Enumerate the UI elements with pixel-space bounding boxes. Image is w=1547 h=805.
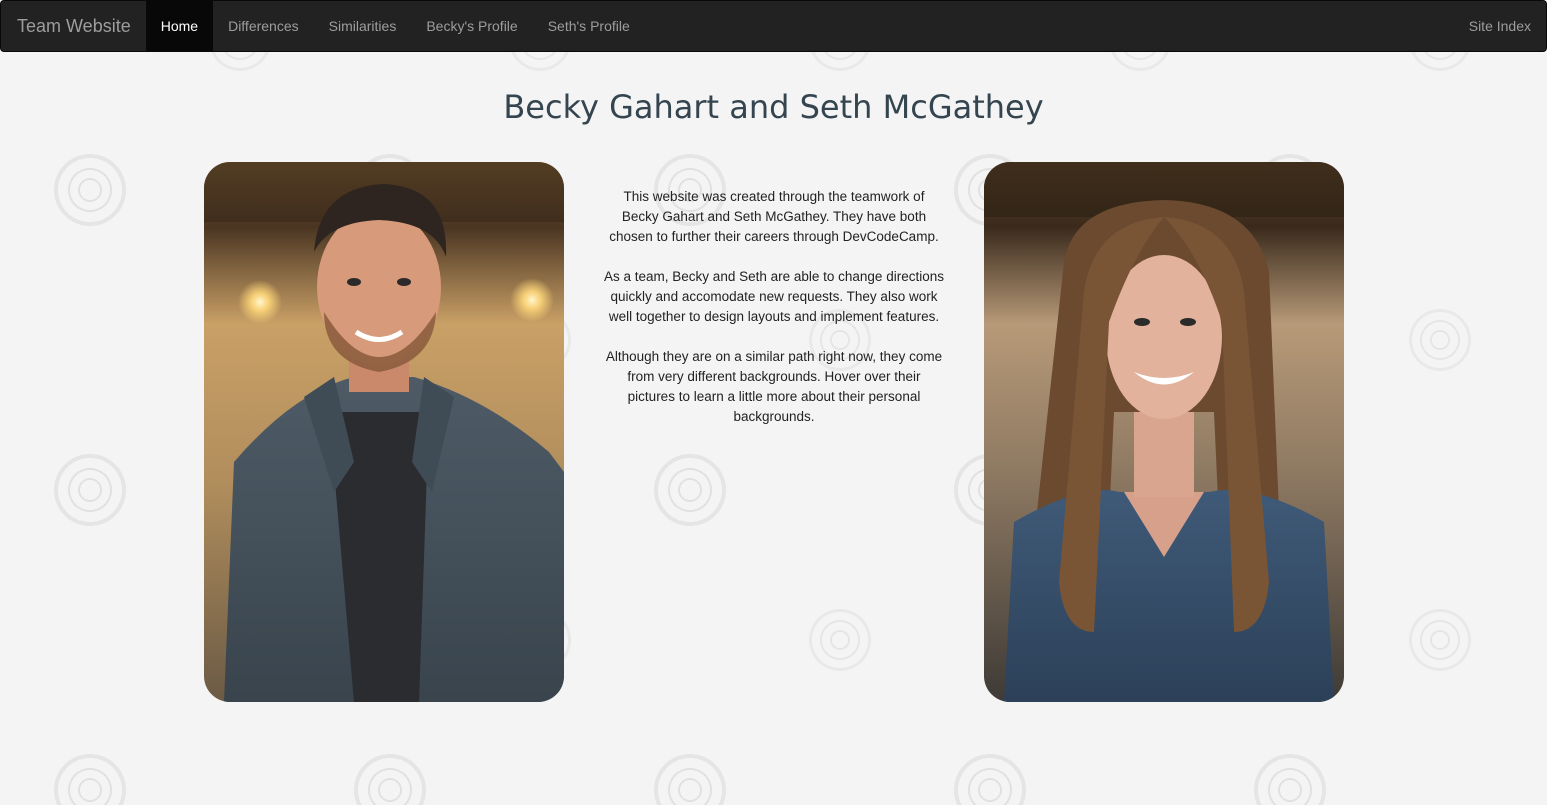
intro-text: This website was created through the tea… — [604, 187, 944, 447]
page-title: Becky Gahart and Seth McGathey — [503, 88, 1044, 126]
nav-item-differences[interactable]: Differences — [213, 1, 314, 51]
nav-item-home[interactable]: Home — [145, 1, 214, 51]
navbar-brand[interactable]: Team Website — [1, 1, 146, 51]
nav-item-similarities[interactable]: Similarities — [314, 1, 412, 51]
top-navbar: Team Website Home Differences Similariti… — [0, 0, 1547, 52]
becky-photo[interactable] — [984, 162, 1344, 702]
becky-portrait-image — [984, 162, 1344, 702]
nav-item-beckys-profile[interactable]: Becky's Profile — [411, 1, 532, 51]
nav-item-seths-profile[interactable]: Seth's Profile — [533, 1, 645, 51]
nav-item-site-index[interactable]: Site Index — [1454, 1, 1546, 51]
intro-paragraph: As a team, Becky and Seth are able to ch… — [604, 269, 944, 324]
main-nav: Home Differences Similarities Becky's Pr… — [145, 1, 645, 51]
intro-paragraph: Although they are on a similar path righ… — [605, 349, 943, 424]
seth-portrait-image — [204, 162, 564, 702]
seth-photo[interactable] — [204, 162, 564, 702]
intro-paragraph: This website was created through the tea… — [609, 189, 939, 244]
